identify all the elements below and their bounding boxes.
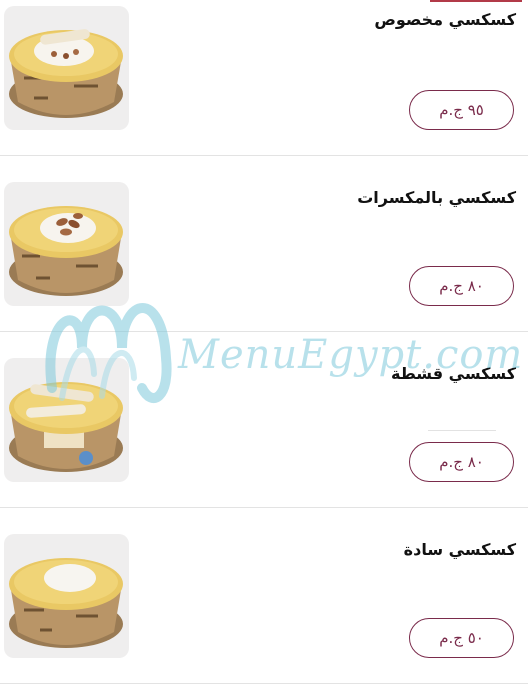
price-button[interactable]: ٨٠ ج.م (409, 266, 514, 306)
dish-image (4, 358, 129, 482)
price-button[interactable]: ٨٠ ج.م (409, 442, 514, 482)
dish-name: كسكسي قشطة (391, 364, 516, 383)
dish-image (4, 6, 129, 130)
dish-image (4, 182, 129, 306)
menu-item: كسكسي سادة ٥٠ ج.م (0, 508, 528, 684)
price-button[interactable]: ٩٥ ج.م (409, 90, 514, 130)
dish-name: كسكسي مخصوص (374, 10, 516, 29)
menu-item: كسكسي بالمكسرات ٨٠ ج.م (0, 156, 528, 332)
price-button[interactable]: ٥٠ ج.م (409, 618, 514, 658)
divider (428, 430, 496, 431)
menu-item: كسكسي مخصوص ٩٥ ج.م (0, 0, 528, 156)
dish-name: كسكسي سادة (403, 540, 516, 559)
dish-image (4, 534, 129, 658)
dish-name: كسكسي بالمكسرات (357, 188, 516, 207)
menu-item: كسكسي قشطة ٨٠ ج.م (0, 332, 528, 508)
